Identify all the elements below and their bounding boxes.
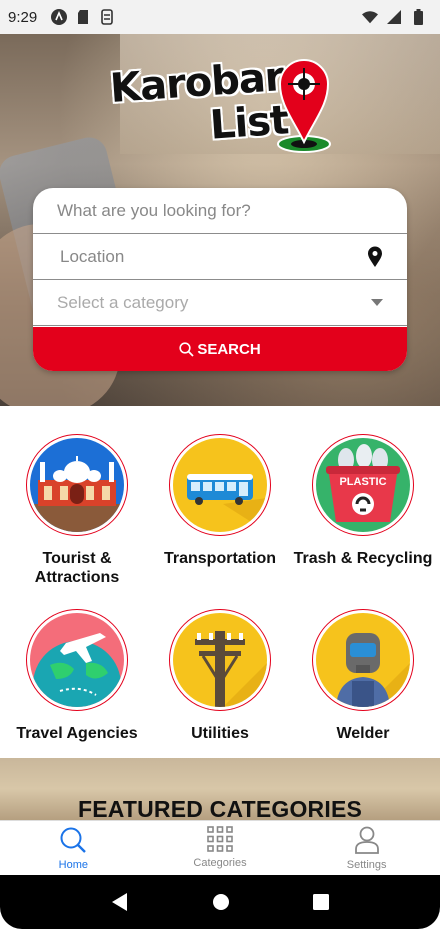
welder-icon — [316, 613, 410, 707]
recents-icon[interactable] — [312, 894, 329, 910]
location-field[interactable]: Location — [33, 234, 407, 280]
category-tile[interactable]: Transportation — [150, 434, 290, 568]
nav-home-label: Home — [58, 859, 88, 871]
category-tile[interactable]: PLASTIC Trash & Recycling — [293, 434, 433, 568]
status-bar: 9:29 — [0, 0, 440, 34]
bottom-nav: Home Categories Settings — [0, 820, 440, 875]
category-select[interactable]: Select a category — [33, 280, 407, 326]
category-ring — [26, 434, 128, 536]
status-time: 9:29 — [8, 8, 38, 26]
category-select-placeholder: Select a category — [57, 292, 189, 312]
nav-settings-label: Settings — [346, 859, 387, 871]
category-grid: Tourist & Attractions Transportation PLA… — [0, 406, 440, 758]
sync-icon — [99, 9, 115, 25]
sd-card-icon — [75, 9, 91, 25]
power-pole-icon — [173, 613, 267, 707]
nav-home[interactable]: Home — [0, 821, 147, 875]
plastic-bin-icon: PLASTIC — [316, 438, 410, 532]
search-input[interactable]: What are you looking for? — [33, 188, 407, 234]
airplane-globe-icon — [30, 613, 124, 707]
category-ring — [26, 609, 128, 711]
category-tile[interactable]: Welder — [293, 609, 433, 743]
battery-icon — [410, 9, 426, 25]
search-icon — [179, 341, 194, 357]
nav-categories-label: Categories — [193, 857, 247, 869]
category-tile[interactable]: Utilities — [150, 609, 290, 743]
featured-banner: FEATURED CATEGORIES — [0, 758, 440, 820]
android-icon — [51, 9, 68, 25]
category-label: Welder — [336, 725, 390, 742]
search-button-label: SEARCH — [197, 340, 261, 358]
search-icon — [60, 827, 87, 853]
search-input-placeholder: What are you looking for? — [57, 200, 251, 220]
back-icon[interactable] — [111, 892, 129, 912]
category-tile[interactable]: Tourist & Attractions — [7, 434, 147, 587]
chevron-down-icon — [371, 298, 383, 306]
category-ring — [169, 434, 271, 536]
category-label: Tourist & Attractions — [34, 550, 120, 586]
category-label: Trash & Recycling — [293, 550, 433, 567]
category-label: Transportation — [163, 550, 276, 567]
plastic-badge: PLASTIC — [339, 476, 387, 488]
wifi-icon — [362, 9, 378, 25]
grid-icon — [207, 826, 233, 852]
app-logo: Karobar List — [109, 54, 332, 156]
nav-settings[interactable]: Settings — [293, 821, 440, 875]
bus-icon — [173, 438, 267, 532]
home-icon[interactable] — [212, 893, 230, 911]
location-field-placeholder: Location — [60, 246, 125, 266]
search-button[interactable]: SEARCH — [33, 327, 407, 371]
search-card: What are you looking for? Location Selec… — [33, 188, 407, 371]
location-pin-icon — [368, 246, 382, 267]
mosque-icon — [30, 438, 124, 532]
category-ring — [169, 609, 271, 711]
featured-title: FEATURED CATEGORIES — [77, 796, 363, 820]
category-label: Travel Agencies — [16, 725, 138, 742]
system-navigation-bar — [0, 875, 440, 929]
nav-categories[interactable]: Categories — [147, 821, 294, 875]
category-ring: PLASTIC — [312, 434, 414, 536]
person-icon — [354, 826, 379, 854]
category-tile[interactable]: Travel Agencies — [7, 609, 147, 743]
signal-icon — [386, 9, 402, 25]
category-ring — [312, 609, 414, 711]
category-label: Utilities — [191, 725, 249, 742]
map-pin-icon — [277, 59, 331, 153]
